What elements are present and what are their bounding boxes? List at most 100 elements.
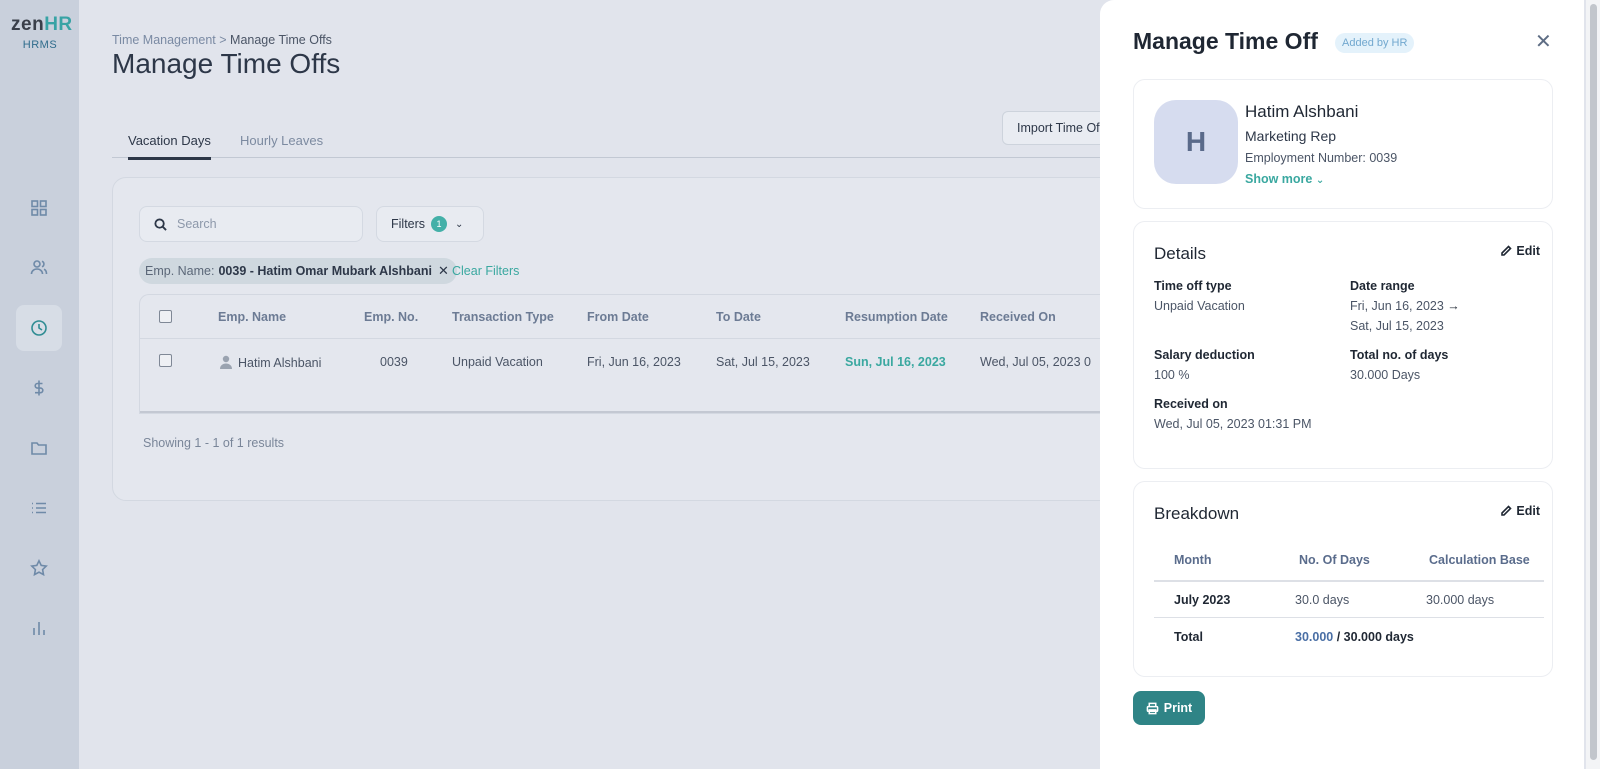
column-header-transaction-type[interactable]: Transaction Type	[452, 310, 554, 324]
received-on-label: Received on	[1154, 397, 1228, 411]
bar-chart-icon	[33, 622, 45, 635]
employee-role: Marketing Rep	[1245, 128, 1337, 144]
breadcrumb-parent[interactable]: Time Management	[112, 33, 216, 47]
date-range-from: Fri, Jun 16, 2023 →	[1350, 299, 1460, 313]
received-on-value: Wed, Jul 05, 2023 01:31 PM	[1154, 417, 1312, 431]
folder-icon	[31, 442, 47, 455]
arrow-right-icon: →	[1447, 299, 1460, 313]
sidebar-item-dashboard[interactable]	[16, 185, 62, 231]
print-button[interactable]: Print	[1133, 691, 1205, 725]
breadcrumb-current: Manage Time Offs	[230, 33, 332, 47]
filters-button[interactable]: Filters 1 ⌄	[376, 206, 484, 242]
tab-bar: Vacation Days Hourly Leaves	[112, 128, 1122, 160]
time-offs-table: Emp. Name Emp. No. Transaction Type From…	[139, 294, 1123, 414]
column-header-received-on[interactable]: Received On	[980, 310, 1056, 324]
filter-chip: Emp. Name: 0039 - Hatim Omar Mubark Alsh…	[139, 258, 457, 284]
sidebar-item-lists[interactable]	[16, 485, 62, 531]
details-edit-button[interactable]: Edit	[1500, 244, 1540, 258]
breakdown-row-month: July 2023	[1174, 593, 1231, 607]
breakdown-header-days: No. Of Days	[1299, 553, 1370, 567]
column-header-emp-no[interactable]: Emp. No.	[364, 310, 418, 324]
cell-transaction-type: Unpaid Vacation	[452, 355, 543, 369]
manage-time-off-drawer: Manage Time Off Added by HR ✕ H Hatim Al…	[1100, 0, 1584, 769]
breakdown-row-divider	[1154, 617, 1544, 618]
app-logo[interactable]: zenHR HRMS	[11, 14, 72, 51]
person-icon	[220, 355, 232, 369]
breakdown-total-value: 30.000	[1295, 630, 1334, 644]
sidebar-item-reports[interactable]	[16, 605, 62, 651]
date-range-label: Date range	[1350, 279, 1415, 293]
pencil-icon	[1501, 245, 1513, 256]
time-offs-card: Search Filters 1 ⌄ Emp. Name: 0039 - Hat…	[112, 177, 1123, 501]
salary-deduction-value: 100 %	[1154, 368, 1190, 382]
details-title: Details	[1154, 244, 1206, 263]
sidebar-item-payroll[interactable]	[16, 365, 62, 411]
logo-subtitle: HRMS	[22, 39, 58, 51]
table-header-row: Emp. Name Emp. No. Transaction Type From…	[140, 295, 1123, 339]
table-row[interactable]: Hatim Alshbani 0039 Unpaid Vacation Fri,…	[140, 339, 1123, 385]
search-icon	[154, 217, 167, 231]
breadcrumb-separator: >	[219, 33, 227, 47]
total-days-value: 30.000 Days	[1350, 368, 1421, 382]
tab-hourly-leaves[interactable]: Hourly Leaves	[240, 133, 323, 157]
clear-filters-link[interactable]: Clear Filters	[452, 264, 519, 278]
details-card: Details Edit Time off type Unpaid Vacati…	[1133, 221, 1553, 469]
sidebar-item-documents[interactable]	[16, 425, 62, 471]
salary-deduction-label: Salary deduction	[1154, 348, 1255, 362]
sidebar: zenHR HRMS	[0, 0, 79, 769]
sidebar-item-time[interactable]	[16, 305, 62, 351]
sidebar-item-favorites[interactable]	[16, 545, 62, 591]
column-header-emp-name[interactable]: Emp. Name	[218, 310, 286, 324]
tab-vacation-days[interactable]: Vacation Days	[128, 133, 211, 160]
column-header-from-date[interactable]: From Date	[587, 310, 649, 324]
show-more-link[interactable]: Show more ⌄	[1245, 172, 1324, 186]
row-checkbox[interactable]	[159, 354, 172, 367]
cell-received-on: Wed, Jul 05, 2023 0	[980, 355, 1091, 369]
avatar: H	[1154, 100, 1238, 184]
filter-chip-value: 0039 - Hatim Omar Mubark Alshbani	[218, 264, 432, 278]
cell-emp-name-text: Hatim Alshbani	[238, 356, 322, 370]
breakdown-title: Breakdown	[1154, 504, 1240, 523]
breakdown-total: 30.000 / 30.000 days	[1295, 630, 1414, 644]
employment-number: Employment Number: 0039	[1245, 151, 1398, 165]
breakdown-header-divider	[1154, 580, 1544, 582]
breakdown-edit-button[interactable]: Edit	[1500, 504, 1540, 518]
total-days-label: Total no. of days	[1350, 348, 1449, 362]
breakdown-header-base: Calculation Base	[1429, 553, 1530, 567]
people-icon	[30, 260, 48, 275]
breakdown-row-days: 30.0 days	[1295, 593, 1350, 607]
star-icon	[30, 559, 48, 577]
import-time-offs-button[interactable]: Import Time Of	[1002, 111, 1115, 145]
added-by-badge: Added by HR	[1335, 33, 1415, 53]
results-count: Showing 1 - 1 of 1 results	[143, 436, 285, 450]
drawer-scrollbar-thumb[interactable]	[1590, 4, 1597, 760]
breakdown-row-base: 30.000 days	[1426, 593, 1495, 607]
remove-filter-icon[interactable]: ✕	[438, 263, 449, 279]
sidebar-item-people[interactable]	[16, 244, 62, 290]
breakdown-edit-label: Edit	[1516, 504, 1540, 518]
cell-emp-name: Hatim Alshbani	[220, 355, 321, 370]
column-header-to-date[interactable]: To Date	[716, 310, 761, 324]
list-icon	[32, 502, 46, 514]
printer-icon	[1146, 702, 1159, 714]
cell-resumption-date[interactable]: Sun, Jul 16, 2023	[845, 355, 946, 369]
dashboard-icon	[31, 200, 47, 216]
dollar-icon	[34, 380, 44, 396]
time-off-type-label: Time off type	[1154, 279, 1232, 293]
drawer-scrollbar[interactable]	[1586, 0, 1600, 769]
cell-emp-no: 0039	[380, 355, 408, 369]
show-more-label: Show more	[1245, 172, 1313, 186]
search-input[interactable]: Search	[139, 206, 363, 242]
filter-chip-prefix: Emp. Name:	[145, 264, 215, 278]
table-horizontal-scrollbar[interactable]	[140, 411, 1123, 413]
date-range-to: Sat, Jul 15, 2023	[1350, 319, 1444, 333]
employee-name: Hatim Alshbani	[1245, 102, 1359, 121]
column-header-resumption-date[interactable]: Resumption Date	[845, 310, 948, 324]
clock-icon	[31, 320, 47, 336]
chevron-down-icon: ⌄	[455, 218, 464, 230]
cell-to-date: Sat, Jul 15, 2023	[716, 355, 810, 369]
breadcrumb: Time Management > Manage Time Offs	[112, 33, 332, 47]
close-icon[interactable]: ✕	[1535, 32, 1552, 52]
pencil-icon	[1501, 505, 1513, 516]
select-all-checkbox[interactable]	[159, 310, 172, 323]
